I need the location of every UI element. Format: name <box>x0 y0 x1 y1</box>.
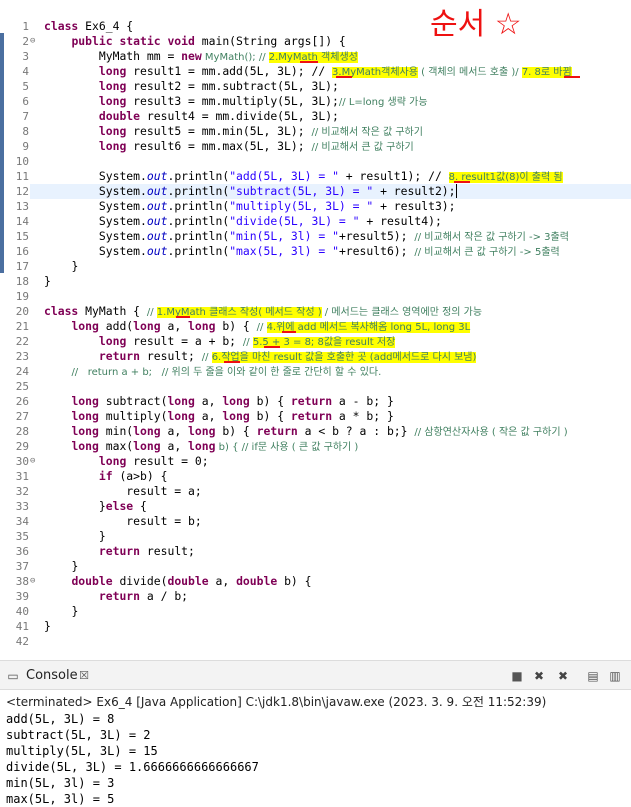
handwritten-title: 순서 ☆ <box>430 7 522 42</box>
remove-all-terminated-icon[interactable]: ✖ <box>556 669 570 683</box>
console-line: subtract(5L, 3L) = 2 <box>6 728 151 742</box>
tab-console[interactable]: Console <box>26 668 78 683</box>
console-line: add(5L, 3L) = 8 <box>6 712 115 726</box>
clear-console-icon[interactable]: ▤ <box>586 669 600 683</box>
scroll-lock-icon[interactable]: ▥ <box>608 669 622 683</box>
terminated-status: <terminated> Ex6_4 [Java Application] C:… <box>6 695 547 709</box>
remove-launch-icon[interactable]: ✖ <box>532 669 546 683</box>
console-view-toolbar: ▭ Console ☒ ■ ✖ ✖ ▤ ▥ <box>0 660 631 690</box>
terminate-icon[interactable]: ■ <box>510 669 524 683</box>
console-line: min(5L, 3l) = 3 <box>6 776 115 790</box>
code-editor[interactable]: 1 2 3 4 5 6 7 8 9 10 11 12 13 14 15 16 17 18 19 20 21 22 23 24 2… <box>0 0 631 660</box>
console-line: multiply(5L, 3L) = 15 <box>6 744 158 758</box>
console-icon: ▭ <box>7 669 19 683</box>
close-tab-icon[interactable]: ☒ <box>77 669 91 683</box>
pen-annotations: 순서 ☆ <box>176 7 580 363</box>
console-line: divide(5L, 3L) = 1.6666666666666667 <box>6 760 259 774</box>
